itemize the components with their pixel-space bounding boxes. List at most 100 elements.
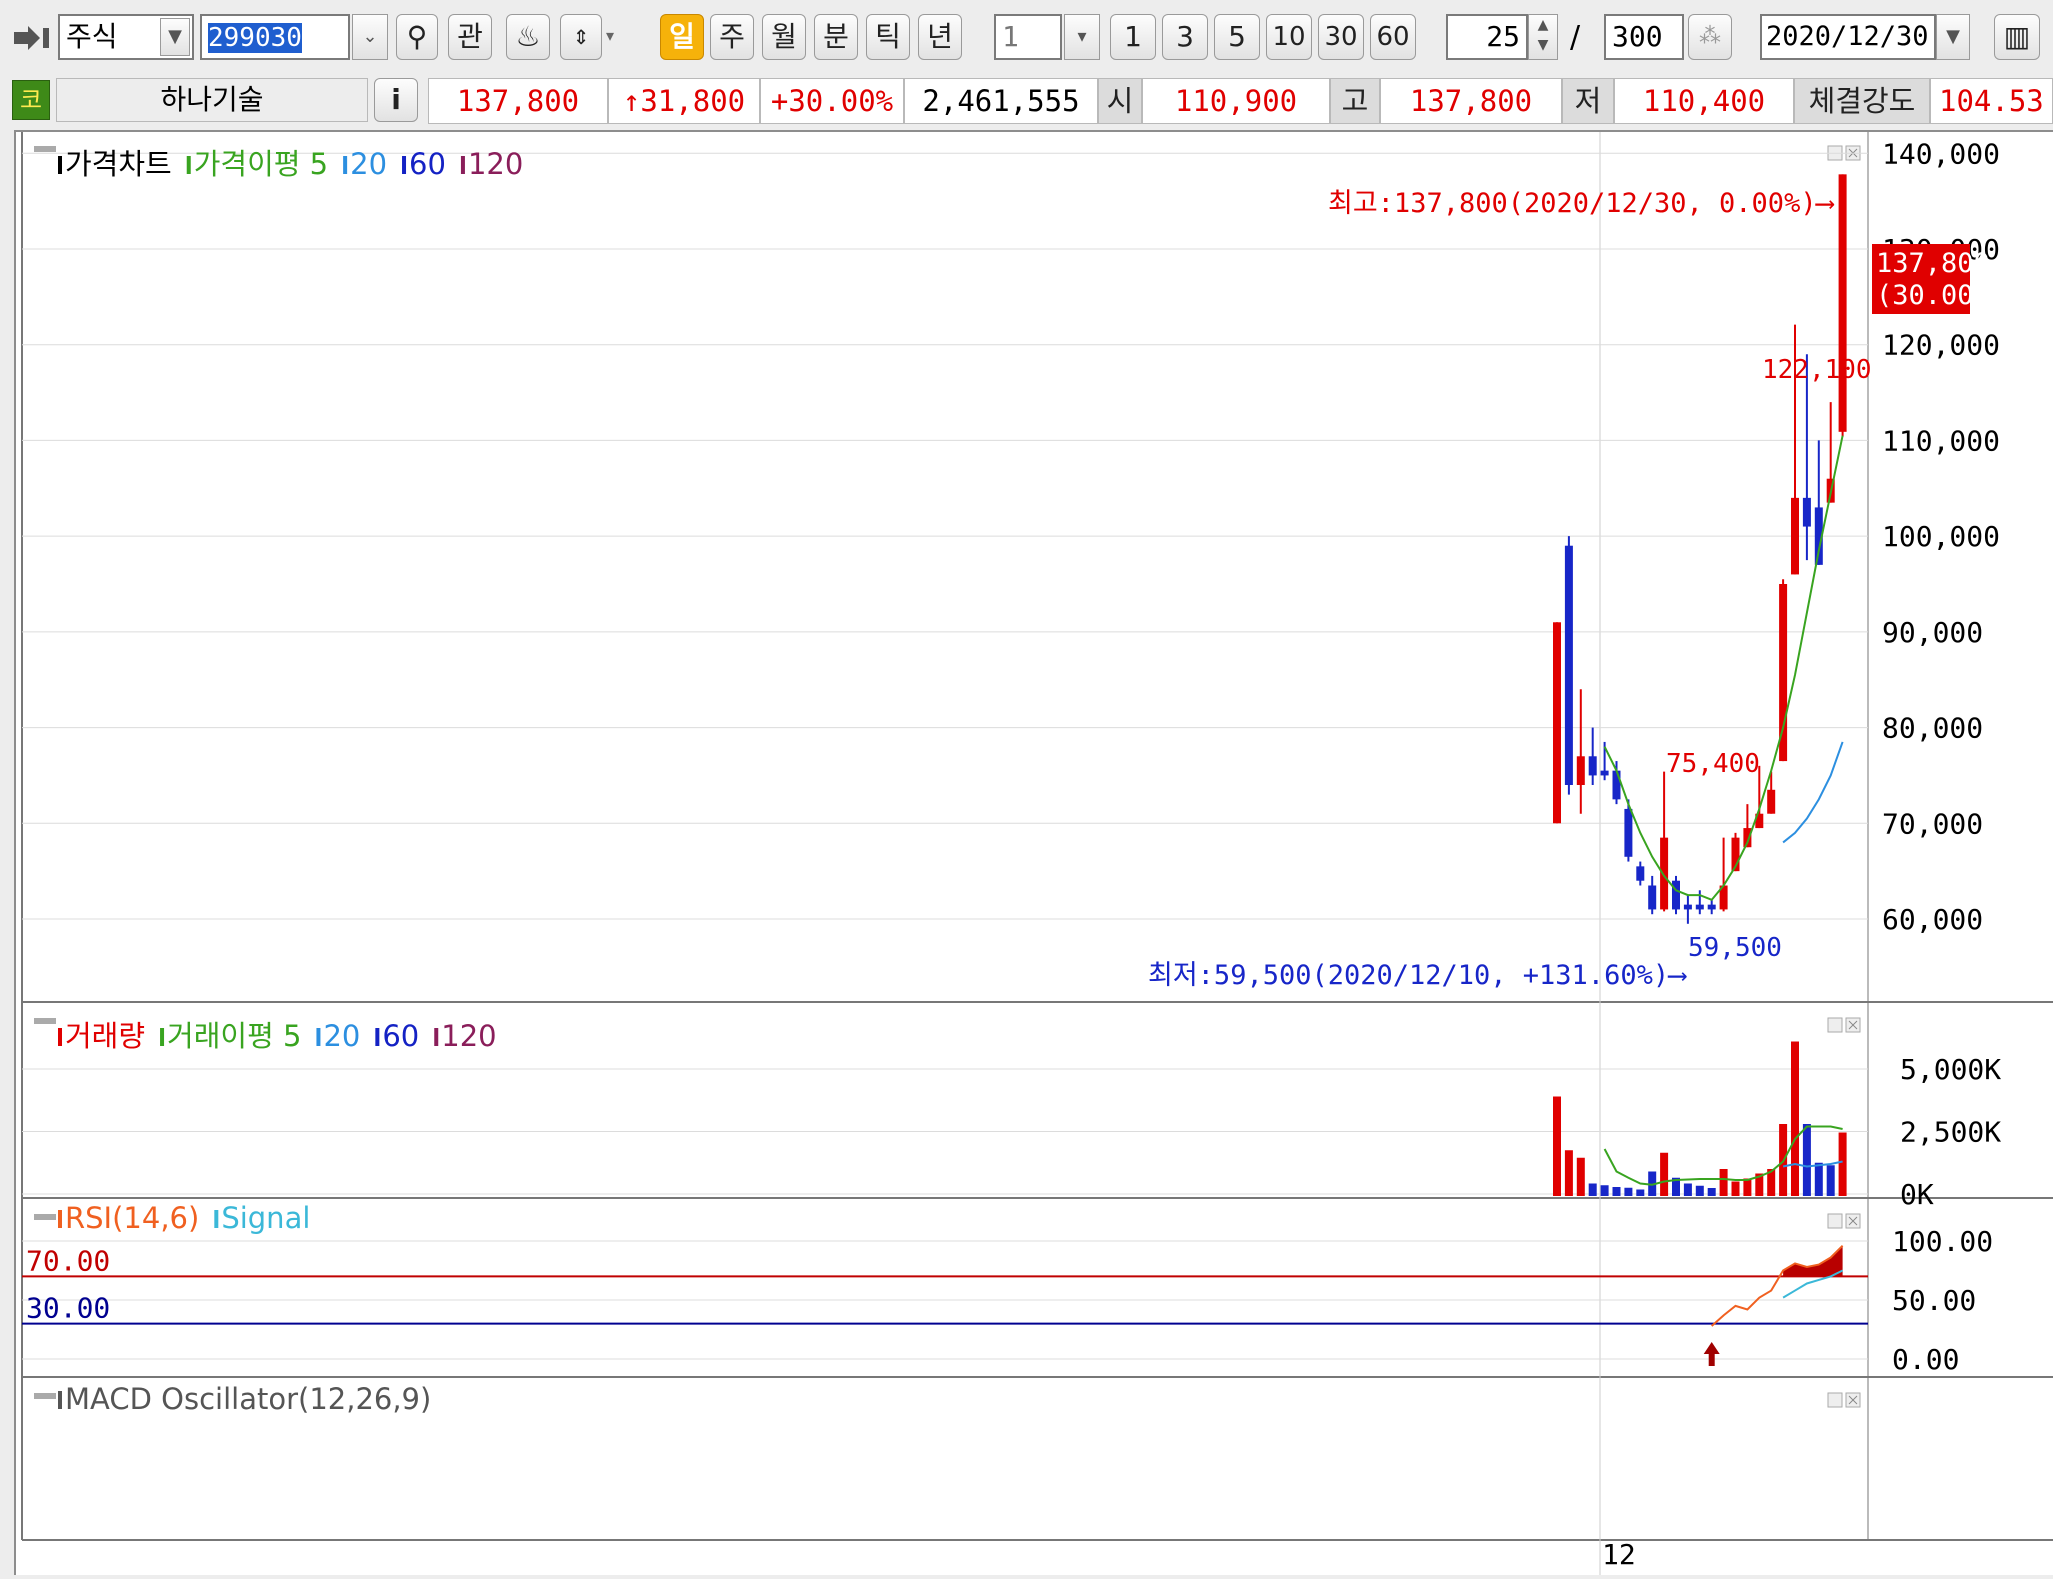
price-legend-swatch — [460, 156, 465, 174]
period-minute-button[interactable]: 분 — [814, 14, 858, 60]
rsi-y-tick-label: 50.00 — [1892, 1284, 1976, 1317]
volume-bar — [1612, 1187, 1621, 1196]
price-y-tick-label: 120,000 — [1882, 329, 2000, 362]
rsi-y-tick-label: 0.00 — [1892, 1343, 1959, 1376]
current-price-box-pct: (30.00%) — [1876, 280, 2006, 311]
interval-preset-10[interactable]: 10 — [1266, 14, 1312, 60]
price-legend-label: 가격이평 5 — [194, 147, 328, 181]
period-year-button[interactable]: 년 — [918, 14, 962, 60]
volume-bar — [1553, 1096, 1561, 1196]
price-candle-body — [1624, 808, 1633, 857]
price-legend-swatch — [402, 156, 407, 174]
volume-bar — [1838, 1132, 1847, 1196]
price-y-tick-label: 110,000 — [1882, 424, 2000, 457]
price-candle-body — [1791, 497, 1799, 575]
rsi-legend-grip-icon — [34, 1214, 56, 1220]
trade-volume: 2,461,555 — [904, 78, 1098, 124]
code-history-dropdown-icon[interactable]: ⌄ — [352, 14, 388, 60]
up-down-stepper-icon[interactable]: ⇕ — [560, 14, 602, 60]
chart-canvas[interactable]: 12140,000130,000120,000110,000100,00090,… — [16, 132, 2053, 1575]
price-candle-body — [1707, 904, 1716, 910]
interval-preset-3[interactable]: 3 — [1162, 14, 1208, 60]
volume-legend-swatch — [316, 1028, 321, 1046]
date-input[interactable]: 2020/12/30 — [1760, 14, 1936, 60]
stepper-dropdown-icon[interactable]: ▾ — [606, 26, 614, 45]
toolbar-main: 주식 ▼ 299030 ⌄ ⚲ 관 ♨ ⇕ ▾ 일 주 월 분 틱 년 1 ▾ … — [0, 0, 2053, 78]
volume-bar — [1826, 1165, 1835, 1196]
price-legend-label: 20 — [350, 147, 387, 181]
chart-area[interactable]: 12140,000130,000120,000110,000100,00090,… — [14, 130, 2053, 1575]
price-candle-body — [1588, 756, 1597, 776]
view-count-input[interactable]: 25 — [1446, 14, 1528, 60]
period-tick-button[interactable]: 틱 — [866, 14, 910, 60]
interval-input[interactable]: 1 — [994, 14, 1062, 60]
price-candle-body — [1576, 756, 1585, 785]
rsi-legend-label: Signal — [221, 1201, 310, 1235]
period-week-button[interactable]: 주 — [710, 14, 754, 60]
volume-bar — [1660, 1152, 1669, 1196]
macd-legend-grip-icon — [34, 1393, 56, 1399]
period-day-button[interactable]: 일 — [660, 14, 704, 60]
stock-name-field[interactable]: 하나기술 — [56, 78, 368, 122]
period-month-button[interactable]: 월 — [762, 14, 806, 60]
info-button[interactable]: i — [374, 78, 418, 122]
interval-dropdown-icon[interactable]: ▾ — [1064, 14, 1100, 60]
rsi-y-tick-label: 100.00 — [1892, 1225, 1993, 1258]
price-max-annotation: 최고:137,800(2020/12/30, 0.00%)⟶ — [1328, 188, 1835, 219]
price-y-tick-label: 80,000 — [1882, 712, 1983, 745]
low-label: 저 — [1562, 78, 1614, 124]
rsi-legend-swatch — [58, 1210, 62, 1228]
chart-settings-icon[interactable]: ▥ — [1994, 14, 2040, 60]
macd-minimize-icon[interactable] — [1827, 1392, 1843, 1408]
stock-code-value: 299030 — [208, 23, 302, 53]
open-price: 110,900 — [1142, 78, 1330, 124]
price-candle-body — [1600, 770, 1609, 776]
rsi-minimize-icon[interactable] — [1827, 1213, 1843, 1229]
price-candle-body — [1553, 622, 1561, 824]
price-candle-body — [1564, 545, 1573, 785]
interval-preset-5[interactable]: 5 — [1214, 14, 1260, 60]
market-dropdown-icon[interactable]: ▼ — [160, 18, 190, 56]
price-y-tick-label: 70,000 — [1882, 807, 1983, 840]
view-count-spinner-icon[interactable]: ▲ ▼ — [1528, 14, 1558, 60]
strength-value: 104.53 — [1930, 78, 2053, 124]
macd-legend-label: MACD Oscillator(12,26,9) — [65, 1382, 431, 1416]
volume-bar — [1814, 1162, 1823, 1196]
price-legend-label: 가격차트 — [65, 147, 172, 181]
volume-legend-swatch — [375, 1028, 380, 1046]
volume-legend-label: 거래이평 5 — [167, 1019, 301, 1053]
vol-minimize-icon[interactable] — [1827, 1017, 1843, 1033]
volume-legend-label: 60 — [382, 1019, 419, 1053]
volume-bar — [1743, 1178, 1752, 1196]
interval-preset-1[interactable]: 1 — [1110, 14, 1156, 60]
date-value: 2020/12/30 — [1766, 21, 1929, 52]
price-candle-body — [1648, 885, 1657, 910]
strength-label: 체결강도 — [1794, 78, 1930, 124]
volume-bar — [1636, 1189, 1645, 1196]
settings-grid-icon[interactable]: ⁂ — [1688, 14, 1732, 60]
vol-legend-grip-icon — [34, 1018, 56, 1024]
interval-preset-30[interactable]: 30 — [1318, 14, 1364, 60]
volume-y-tick-label: 0K — [1900, 1178, 1934, 1211]
search-icon[interactable]: ⚲ — [396, 14, 438, 60]
price-candle-body — [1612, 770, 1621, 800]
volume-bar — [1588, 1183, 1597, 1196]
volume-bar — [1791, 1041, 1799, 1196]
interval-preset-60[interactable]: 60 — [1370, 14, 1416, 60]
volume-bar — [1731, 1181, 1740, 1196]
watchlist-button[interactable]: 관 — [448, 14, 492, 60]
current-price-box-value: 137,800 — [1876, 248, 1990, 279]
low-price: 110,400 — [1614, 78, 1794, 124]
stock-code-input[interactable]: 299030 — [200, 14, 350, 60]
volume-legend-swatch — [160, 1028, 165, 1046]
total-count-input[interactable]: 300 — [1604, 14, 1684, 60]
date-dropdown-icon[interactable]: ▼ — [1936, 14, 1970, 60]
link-arrow-icon[interactable] — [12, 24, 52, 52]
volume-bar — [1802, 1124, 1811, 1196]
market-select-value: 주식 — [66, 20, 118, 53]
current-price: 137,800 — [428, 78, 608, 124]
rsi-legend-swatch — [214, 1210, 219, 1228]
high-label: 고 — [1330, 78, 1380, 124]
bell-icon[interactable]: ♨ — [506, 14, 550, 60]
price-y-tick-label: 90,000 — [1882, 616, 1983, 649]
